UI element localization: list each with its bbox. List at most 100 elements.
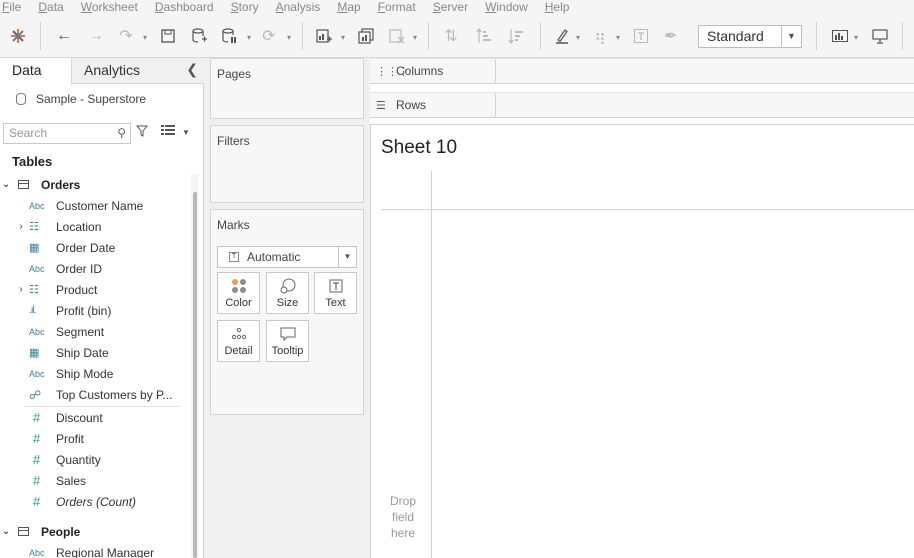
menu-dashboard[interactable]: Dashboard bbox=[155, 0, 214, 14]
view-options-icon[interactable] bbox=[161, 125, 175, 138]
new-worksheet-icon[interactable] bbox=[313, 23, 335, 49]
menu-window[interactable]: Window bbox=[485, 0, 528, 14]
table-icon bbox=[18, 180, 29, 189]
show-mark-labels-icon[interactable] bbox=[630, 23, 652, 49]
table-name: Orders bbox=[41, 177, 81, 192]
sort-ascending-icon[interactable] bbox=[473, 23, 495, 49]
collapse-caret-icon[interactable]: ⌄ bbox=[1, 179, 11, 190]
hierarchy-icon: ☷ bbox=[29, 284, 39, 296]
show-cards-dropdown-icon[interactable]: ▾ bbox=[854, 33, 858, 42]
tableau-logo-icon[interactable] bbox=[7, 23, 29, 49]
scrollbar-thumb[interactable] bbox=[193, 192, 197, 558]
menu-format[interactable]: Format bbox=[378, 0, 416, 14]
fix-axes-icon[interactable]: ✒ bbox=[660, 23, 682, 49]
field-order-date[interactable]: ▦ Order Date bbox=[0, 237, 190, 258]
search-placeholder: Search bbox=[9, 126, 48, 140]
measure-type-icon: # bbox=[33, 431, 41, 446]
presentation-mode-icon[interactable] bbox=[869, 23, 891, 49]
tooltip-button[interactable]: Tooltip bbox=[266, 320, 309, 362]
field-profit[interactable]: # Profit bbox=[0, 428, 190, 449]
replay-icon[interactable]: ↷ bbox=[115, 23, 137, 49]
measure-type-icon: # bbox=[33, 473, 41, 488]
field-top-customers-set[interactable]: ☍ Top Customers by P... bbox=[0, 384, 190, 405]
collapse-pane-icon[interactable]: ❮ bbox=[186, 61, 198, 78]
refresh-icon[interactable]: ⟳ bbox=[258, 23, 280, 49]
new-datasource-icon[interactable] bbox=[188, 23, 210, 49]
field-order-id[interactable]: Abc Order ID bbox=[0, 258, 190, 279]
redo-icon[interactable]: → bbox=[85, 23, 107, 49]
menu-data[interactable]: Data bbox=[38, 0, 63, 14]
text-button[interactable]: Text bbox=[314, 272, 357, 314]
highlight-dropdown-icon[interactable]: ▾ bbox=[576, 33, 580, 42]
clear-dropdown-icon[interactable]: ▾ bbox=[413, 33, 417, 42]
pause-dropdown-icon[interactable]: ▾ bbox=[247, 33, 251, 42]
new-worksheet-dropdown-icon[interactable]: ▾ bbox=[341, 33, 345, 42]
rows-shelf-label: ☰ Rows bbox=[370, 93, 496, 118]
menu-server[interactable]: Server bbox=[433, 0, 468, 14]
menu-file[interactable]: File bbox=[2, 0, 21, 14]
datasource-item[interactable]: Sample - Superstore bbox=[16, 90, 146, 108]
swap-rows-columns-icon[interactable]: ⇅ bbox=[440, 23, 462, 49]
collapse-caret-icon[interactable]: ⌄ bbox=[1, 526, 11, 537]
field-sales[interactable]: # Sales bbox=[0, 470, 190, 491]
expand-caret-icon[interactable]: › bbox=[16, 284, 26, 295]
tab-analytics[interactable]: Analytics bbox=[84, 58, 140, 84]
menu-analysis[interactable]: Analysis bbox=[276, 0, 321, 14]
group-members-icon[interactable]: ⢶ bbox=[589, 23, 611, 49]
search-input[interactable]: Search ⚲ bbox=[3, 123, 131, 144]
column-header-divider bbox=[381, 209, 914, 210]
menu-map[interactable]: Map bbox=[337, 0, 360, 14]
drop-field-hint[interactable]: Drop field here bbox=[383, 493, 423, 541]
field-ship-mode[interactable]: Abc Ship Mode bbox=[0, 363, 190, 384]
clear-sheet-icon[interactable] bbox=[386, 23, 408, 49]
mark-type-icon: T bbox=[229, 252, 239, 262]
field-label: Product bbox=[56, 282, 98, 297]
sort-descending-icon[interactable] bbox=[505, 23, 527, 49]
filters-card[interactable]: Filters bbox=[210, 125, 364, 203]
undo-icon[interactable]: ← bbox=[53, 23, 75, 49]
mark-type-select[interactable]: T Automatic ▼ bbox=[217, 246, 357, 268]
string-type-icon: Abc bbox=[29, 368, 45, 379]
menu-worksheet[interactable]: Worksheet bbox=[81, 0, 138, 14]
replay-dropdown-icon[interactable]: ▾ bbox=[143, 33, 147, 42]
field-customer-name[interactable]: Abc Customer Name bbox=[0, 195, 190, 216]
pause-updates-icon[interactable] bbox=[218, 23, 240, 49]
field-discount[interactable]: # Discount bbox=[0, 407, 190, 428]
rows-shelf[interactable]: ☰ Rows bbox=[370, 92, 914, 118]
size-button[interactable]: Size bbox=[266, 272, 309, 314]
field-product[interactable]: › ☷ Product bbox=[0, 279, 190, 300]
data-pane: Data Analytics ❮ Sample - Superstore Sea… bbox=[0, 58, 204, 558]
viz-canvas[interactable]: Sheet 10 Drop field here bbox=[370, 124, 914, 558]
field-label: Quantity bbox=[56, 452, 101, 467]
view-options-dropdown-icon[interactable]: ▼ bbox=[182, 128, 190, 137]
toolbar-separator bbox=[428, 22, 429, 50]
filter-icon[interactable] bbox=[135, 125, 149, 140]
columns-shelf[interactable]: ⋮⋮⋮Columns bbox=[370, 58, 914, 84]
tab-data[interactable]: Data bbox=[0, 58, 72, 85]
fit-select[interactable]: Standard ▼ bbox=[698, 25, 802, 48]
field-location[interactable]: › ☷ Location bbox=[0, 216, 190, 237]
menu-help[interactable]: Help bbox=[545, 0, 570, 14]
save-icon[interactable] bbox=[157, 23, 179, 49]
sheet-title[interactable]: Sheet 10 bbox=[381, 137, 457, 159]
detail-button[interactable]: Detail bbox=[217, 320, 260, 362]
pages-card[interactable]: Pages bbox=[210, 58, 364, 119]
field-segment[interactable]: Abc Segment bbox=[0, 321, 190, 342]
field-orders-count[interactable]: # Orders (Count) bbox=[0, 491, 190, 512]
table-group-people[interactable]: ⌄ People bbox=[0, 521, 190, 542]
field-profit-bin[interactable]: .ıl. Profit (bin) bbox=[0, 300, 190, 321]
menu-story[interactable]: Story bbox=[231, 0, 259, 14]
field-ship-date[interactable]: ▦ Ship Date bbox=[0, 342, 190, 363]
expand-caret-icon[interactable]: › bbox=[16, 221, 26, 232]
group-dropdown-icon[interactable]: ▾ bbox=[616, 33, 620, 42]
field-quantity[interactable]: # Quantity bbox=[0, 449, 190, 470]
refresh-dropdown-icon[interactable]: ▾ bbox=[287, 33, 291, 42]
table-group-orders[interactable]: ⌄ Orders bbox=[0, 174, 190, 195]
search-icon[interactable]: ⚲ bbox=[117, 124, 126, 143]
show-cards-icon[interactable] bbox=[829, 23, 851, 49]
highlight-icon[interactable] bbox=[551, 23, 573, 49]
field-label: Order ID bbox=[56, 261, 103, 276]
duplicate-sheet-icon[interactable] bbox=[355, 23, 377, 49]
field-regional-manager[interactable]: Abc Regional Manager bbox=[0, 542, 190, 558]
color-button[interactable]: Color bbox=[217, 272, 260, 314]
